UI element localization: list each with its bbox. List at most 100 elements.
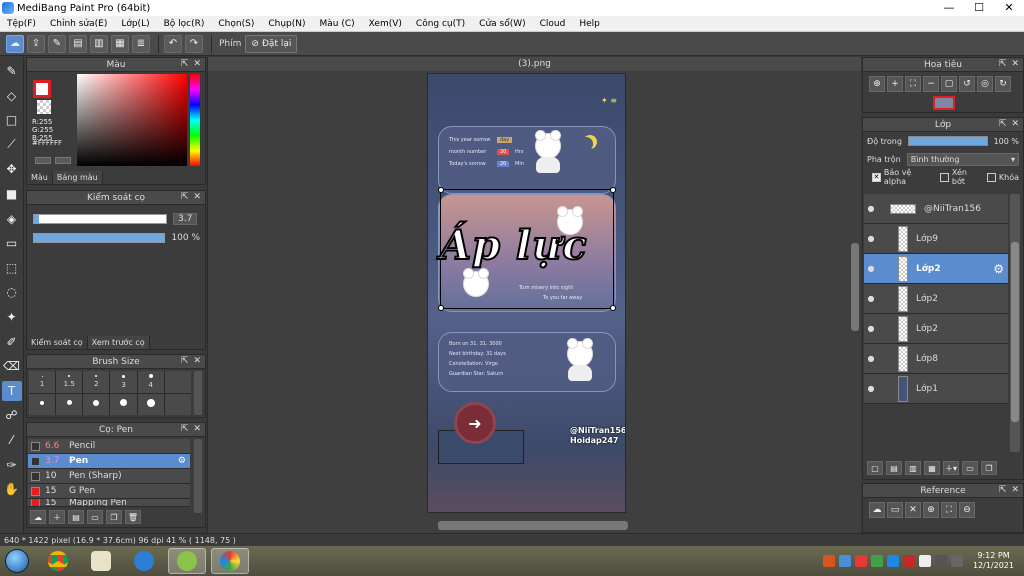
layer-item[interactable]: ● Lớp2 — [864, 314, 1008, 344]
trash-icon[interactable]: 🗑 — [125, 510, 141, 524]
visibility-icon[interactable]: ● — [864, 384, 878, 393]
document-tab[interactable]: (3).png — [208, 57, 861, 71]
cloud-brush-icon[interactable]: ☁ — [30, 510, 46, 524]
transparent-color-swatch[interactable] — [37, 100, 51, 114]
brush-item-mapping-pen[interactable]: 15 Mapping Pen — [28, 499, 190, 507]
layer-item[interactable]: ● Lớp2 ⚙ — [864, 254, 1008, 284]
line-tool-icon[interactable]: ⟋ — [2, 135, 22, 155]
eraser-tool-icon[interactable]: ◇ — [2, 86, 22, 106]
detach-icon[interactable]: ⇱ — [181, 356, 189, 366]
protect-alpha-checkbox[interactable]: ✕ — [872, 172, 881, 182]
layer-item[interactable]: ● Lớp2 — [864, 284, 1008, 314]
lasso-tool-icon[interactable]: ◌ — [2, 282, 22, 302]
brush-size-cell[interactable] — [110, 393, 137, 415]
visibility-icon[interactable]: ● — [864, 264, 878, 273]
close-panel-icon[interactable]: ✕ — [193, 192, 201, 202]
detach-icon[interactable]: ⇱ — [999, 485, 1007, 495]
tray-app-icon[interactable] — [838, 555, 851, 567]
cloud-icon[interactable]: ☁ — [869, 502, 885, 518]
brush-size-cell[interactable] — [83, 393, 110, 415]
layer-opacity-slider[interactable] — [907, 136, 988, 146]
new-halftone-layer-icon[interactable]: ▤ — [886, 461, 902, 475]
share-icon[interactable]: ⇪ — [27, 34, 45, 53]
brush-item-pen[interactable]: 3.7 Pen ⚙ — [28, 454, 190, 469]
canvas-area[interactable]: (3).png ✦ ≡ This year sorrow month numbe… — [207, 57, 861, 533]
close-panel-icon[interactable]: ✕ — [193, 59, 201, 69]
clipping-checkbox[interactable] — [940, 172, 949, 182]
close-icon[interactable]: ✕ — [905, 502, 921, 518]
saturation-value-picker[interactable] — [77, 74, 187, 166]
close-panel-icon[interactable]: ✕ — [193, 356, 201, 366]
hand-tool-icon[interactable]: ✋ — [2, 479, 22, 499]
tray-app-icon[interactable] — [902, 555, 915, 567]
taskbar-medibang[interactable] — [211, 548, 249, 574]
detach-icon[interactable]: ⇱ — [181, 59, 189, 69]
layer-item[interactable]: ● Lớp9 — [864, 224, 1008, 254]
dot-tool-icon[interactable]: □ — [2, 110, 22, 130]
menu-select[interactable]: Chọn(S) — [211, 19, 261, 29]
tray-app-icon[interactable] — [886, 555, 899, 567]
brush-item-pen-sharp[interactable]: 10 Pen (Sharp) — [28, 469, 190, 484]
cloud-icon[interactable]: ☁ — [6, 34, 24, 53]
tab-palette[interactable]: Bảng màu — [52, 171, 103, 184]
page-icon[interactable]: ▤ — [69, 34, 87, 53]
brush-tool-icon[interactable]: ✎ — [2, 61, 22, 81]
menu-snap[interactable]: Chụp(N) — [261, 19, 312, 29]
close-panel-icon[interactable]: ✕ — [1011, 485, 1019, 495]
text-tool-icon[interactable]: T — [1, 380, 22, 401]
lock-checkbox[interactable] — [987, 172, 996, 182]
divide-tool-icon[interactable]: ⁄ — [2, 430, 22, 450]
visibility-icon[interactable]: ● — [864, 354, 878, 363]
clock[interactable]: 9:12 PM 12/1/2021 — [973, 551, 1014, 571]
tab-brush-control[interactable]: Kiểm soát cọ — [27, 336, 88, 349]
brush-size-slider[interactable] — [33, 214, 167, 224]
selection-handle[interactable] — [438, 305, 444, 311]
tab-brush-preview[interactable]: Xem trước cọ — [87, 336, 150, 349]
scrollbar-thumb[interactable] — [1011, 242, 1019, 422]
canvas-vertical-scrollbar[interactable] — [851, 243, 859, 331]
selection-handle[interactable] — [610, 305, 616, 311]
fit-icon[interactable]: ⛶ — [905, 76, 921, 92]
visibility-icon[interactable]: ● — [864, 234, 878, 243]
brush-size-cell[interactable] — [137, 393, 164, 415]
taskbar-app[interactable] — [168, 548, 206, 574]
menu-cloud[interactable]: Cloud — [533, 19, 573, 29]
brush-size-value[interactable]: 3.7 — [173, 213, 198, 225]
brush-size-scrollbar[interactable] — [194, 371, 202, 415]
brush-item-pencil[interactable]: 6.6 Pencil — [28, 439, 190, 454]
brush-item-g-pen[interactable]: 15 G Pen — [28, 484, 190, 499]
menu-file[interactable]: Tệp(F) — [0, 19, 43, 29]
minimize-button[interactable]: — — [934, 0, 964, 16]
taskbar-chrome[interactable] — [39, 548, 77, 574]
brush-size-cell[interactable] — [164, 393, 191, 415]
new-layer-icon[interactable]: ▢ — [867, 461, 883, 475]
new-1bit-layer-icon[interactable]: ▦ — [924, 461, 940, 475]
add-brush-icon[interactable]: ＋ — [49, 510, 65, 524]
new-8bit-layer-icon[interactable]: ▥ — [905, 461, 921, 475]
menu-filter[interactable]: Bộ lọc(R) — [157, 19, 212, 29]
artwork-title-text[interactable]: Áp lực — [439, 221, 588, 270]
rotate-right-icon[interactable]: ↻ — [995, 76, 1011, 92]
reset-rotation-icon[interactable]: ◎ — [977, 76, 993, 92]
menu-layer[interactable]: Lớp(L) — [114, 19, 156, 29]
start-button[interactable] — [0, 547, 34, 575]
brush-size-cell[interactable]: 2 — [83, 371, 110, 393]
select-tool-icon[interactable]: ⬚ — [2, 258, 22, 278]
visibility-icon[interactable]: ● — [864, 204, 878, 213]
gear-icon[interactable]: ⚙ — [178, 456, 186, 466]
taskbar-media-player[interactable] — [82, 548, 120, 574]
detach-icon[interactable]: ⇱ — [181, 192, 189, 202]
brush-size-cell[interactable] — [29, 393, 56, 415]
selection-handle[interactable] — [438, 187, 444, 193]
artwork-canvas[interactable]: ✦ ≡ This year sorrow month number Today'… — [427, 73, 626, 513]
copy-brush-icon[interactable]: ▤ — [68, 510, 84, 524]
maximize-button[interactable]: ☐ — [964, 0, 994, 16]
detach-icon[interactable]: ⇱ — [999, 59, 1007, 69]
detach-icon[interactable]: ⇱ — [999, 119, 1007, 129]
list-icon[interactable]: ≣ — [132, 34, 150, 53]
layer-item[interactable]: ● Lớp8 — [864, 344, 1008, 374]
brush-size-cell[interactable]: 4 — [137, 371, 164, 393]
zoom-icon[interactable]: ⊕ — [869, 76, 885, 92]
zoom-in-icon[interactable]: ⊕ — [923, 502, 939, 518]
brush-size-cell[interactable]: 1 — [29, 371, 56, 393]
